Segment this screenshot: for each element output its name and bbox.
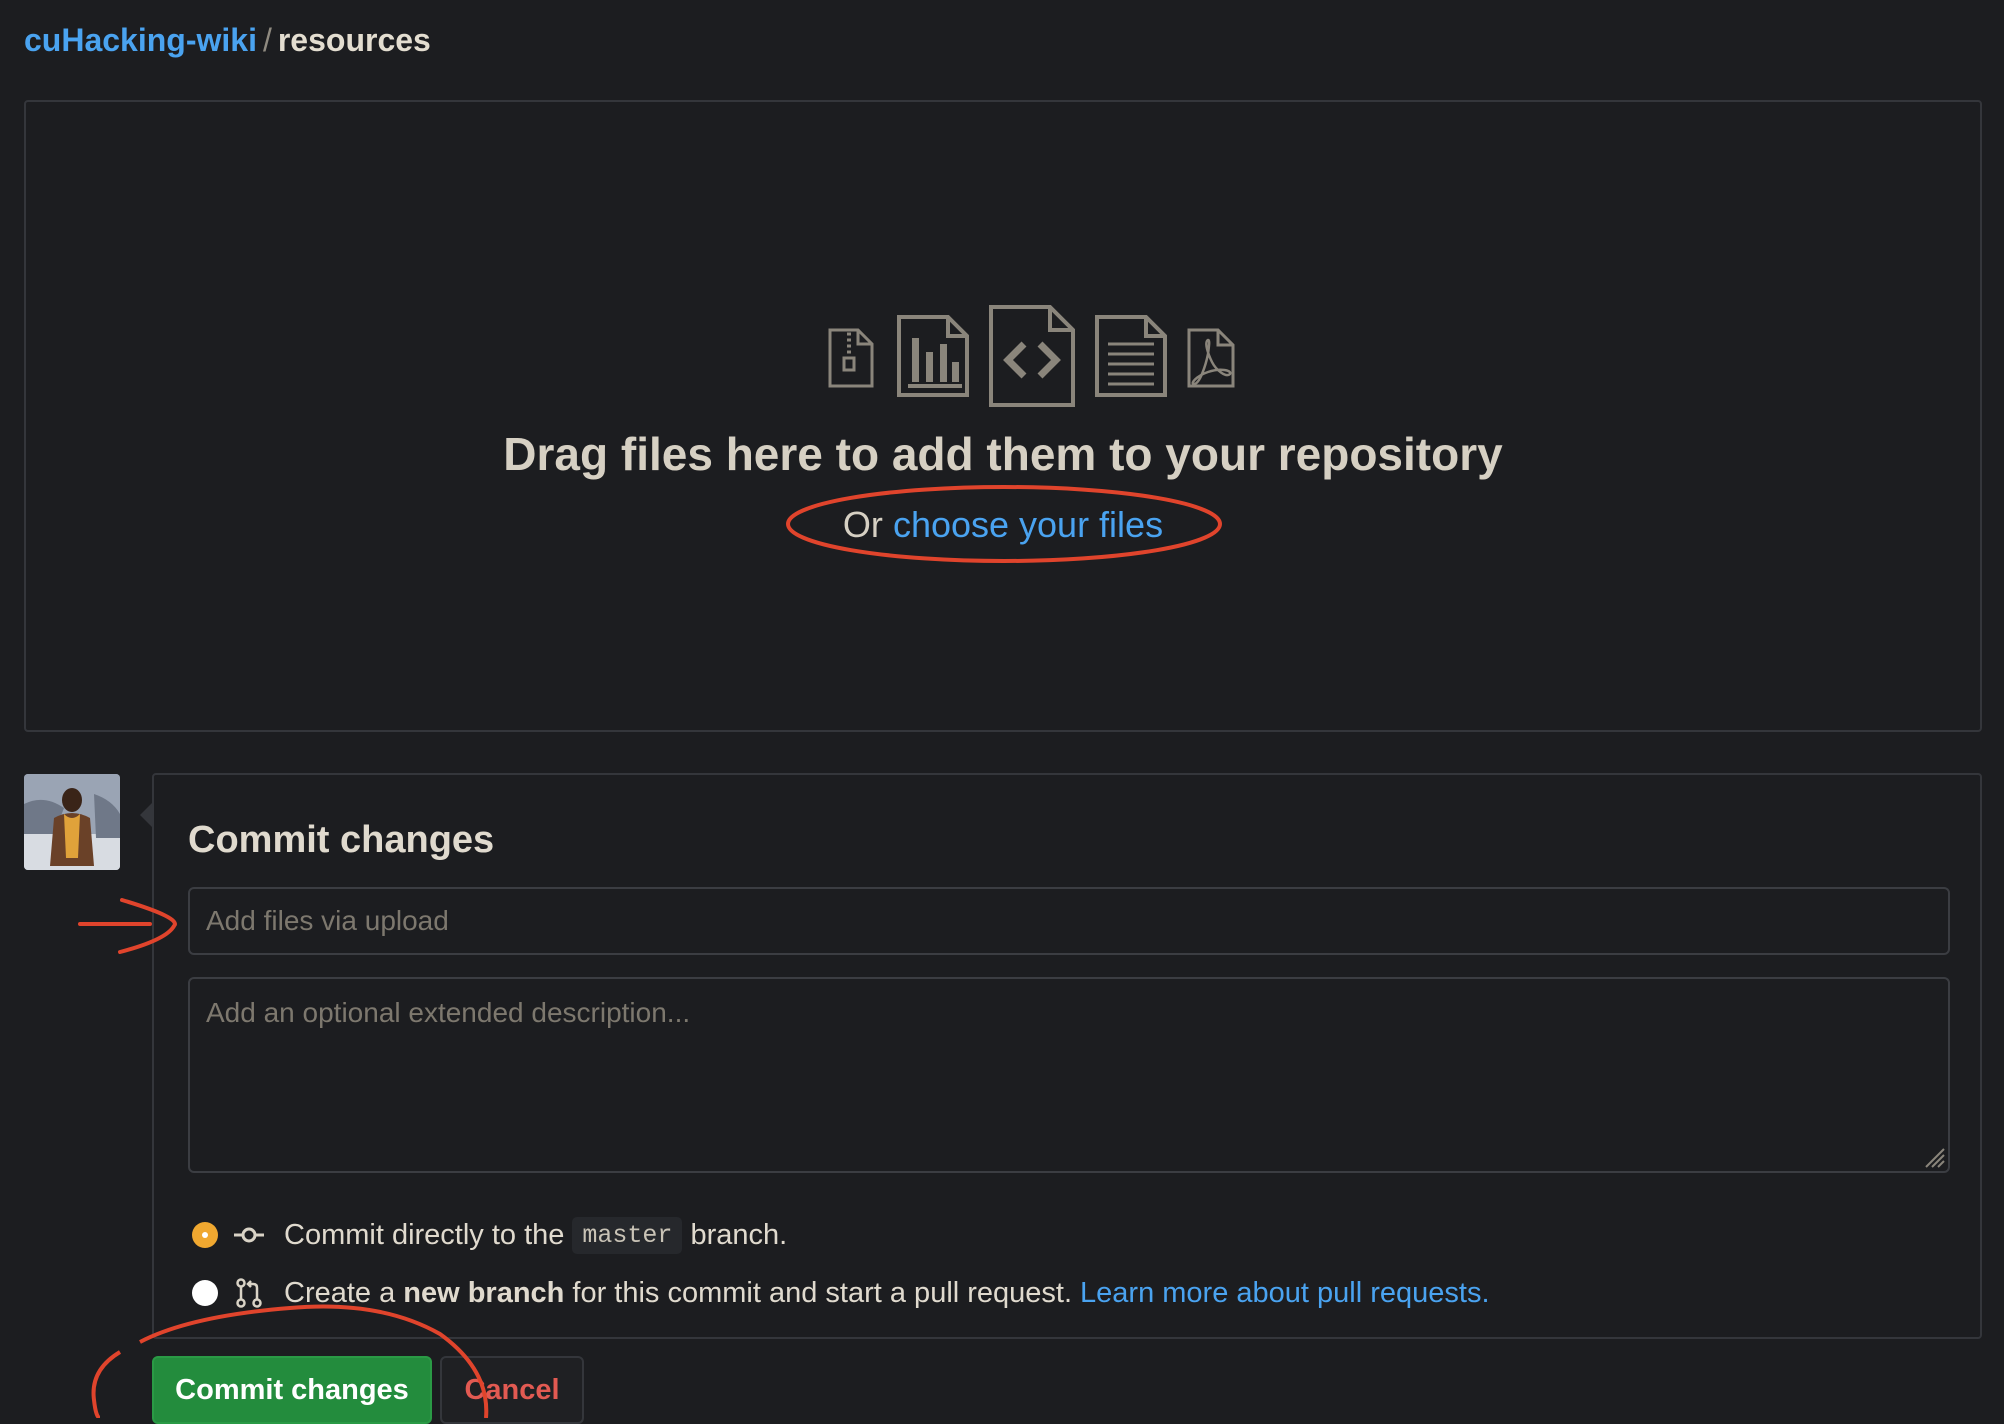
file-pdf-icon	[1187, 328, 1235, 388]
new-branch-text-start: Create a	[284, 1276, 396, 1309]
file-text-icon	[1095, 315, 1167, 397]
file-dropzone[interactable]: Drag files here to add them to your repo…	[24, 100, 1982, 732]
new-branch-bold: new branch	[403, 1276, 565, 1309]
file-code-icon	[989, 305, 1075, 407]
dropzone-title: Drag files here to add them to your repo…	[503, 428, 1503, 480]
resize-handle-icon[interactable]	[1918, 1141, 1946, 1169]
avatar-image	[24, 774, 120, 870]
git-commit-icon	[234, 1227, 264, 1243]
commit-direct-suffix: branch.	[690, 1218, 788, 1251]
avatar[interactable]	[24, 774, 120, 870]
learn-more-pull-requests-link[interactable]: Learn more about pull requests.	[1072, 1277, 1489, 1310]
commit-changes-button[interactable]: Commit changes	[152, 1356, 432, 1424]
commit-summary-input[interactable]	[188, 887, 1950, 955]
new-branch-radio[interactable]	[192, 1280, 218, 1306]
choose-files-link[interactable]: choose your files	[893, 504, 1163, 545]
cancel-button[interactable]: Cancel	[440, 1356, 584, 1424]
dropzone-subtitle: Or choose your files	[26, 500, 1980, 550]
git-pull-request-icon	[236, 1278, 262, 1308]
file-chart-icon	[897, 315, 969, 397]
commit-description-textarea[interactable]	[188, 977, 1950, 1173]
file-type-icons	[822, 302, 1238, 412]
file-zip-icon	[828, 328, 874, 388]
new-branch-text-end: for this commit and start a pull request…	[572, 1276, 1073, 1309]
commit-direct-radio[interactable]	[192, 1222, 218, 1248]
commit-form-title: Commit changes	[188, 819, 495, 861]
commit-direct-option[interactable]: Commit directly to the master branch.	[192, 1213, 787, 1257]
breadcrumb: cuHacking-wiki / resources	[24, 18, 431, 62]
new-branch-option[interactable]: Create a new branch for this commit and …	[192, 1271, 1490, 1315]
breadcrumb-repo-name: resources	[277, 22, 431, 58]
breadcrumb-separator: /	[262, 22, 272, 58]
commit-direct-text: Commit directly to the	[284, 1218, 565, 1251]
branch-name-code: master	[572, 1216, 683, 1254]
dropzone-or-text: Or	[842, 504, 883, 545]
breadcrumb-owner-link[interactable]: cuHacking-wiki	[24, 22, 257, 58]
commit-form: Commit changes Commit directly to the ma…	[152, 773, 1982, 1339]
